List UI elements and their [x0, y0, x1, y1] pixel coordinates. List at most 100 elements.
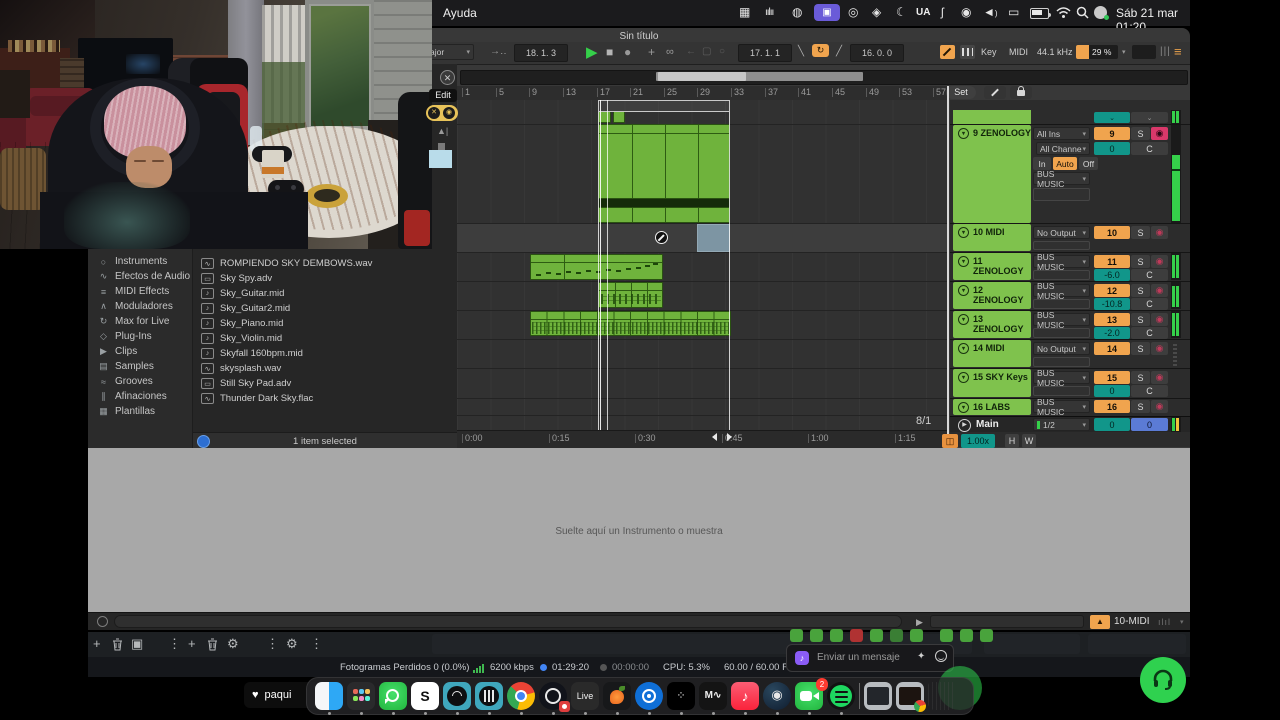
emote-icon[interactable]	[890, 629, 903, 642]
color-swatch[interactable]	[429, 150, 452, 168]
arm-button[interactable]: ◉	[1151, 226, 1168, 239]
chat-bits-icon[interactable]: ✦	[917, 651, 925, 662]
meter-dropdown-arrow[interactable]: ▾	[1180, 618, 1184, 626]
audio-levels-icon[interactable]: ıılıı	[765, 7, 774, 18]
minimized-window[interactable]	[864, 682, 892, 710]
main-track-label[interactable]: Main	[976, 419, 999, 430]
shapr-icon[interactable]: S	[411, 682, 439, 715]
sidebar-item-modulators[interactable]: ∧ Moduladores	[88, 299, 192, 314]
draw-mode-pencil-button[interactable]	[940, 45, 955, 59]
follow-circle-icon[interactable]: ○	[719, 46, 725, 57]
file-item[interactable]: ∿ ROMPIENDO SKY DEMBOWS.wav	[193, 256, 457, 271]
input-channel-dropdown[interactable]: All Channe ▾	[1036, 142, 1090, 155]
support-headset-button[interactable]	[1140, 657, 1186, 703]
scale-dropdown[interactable]: ajor ▾	[426, 44, 474, 60]
swatch-icon[interactable]	[438, 143, 445, 150]
ua-diamond-icon[interactable]: ◈	[872, 5, 881, 19]
follow-arrow-icon[interactable]: →‥	[490, 46, 507, 57]
solo-button[interactable]: S	[1131, 342, 1150, 355]
playback-speed-field[interactable]: 1.00x	[961, 434, 995, 448]
arrangement-overview[interactable]	[460, 70, 1188, 85]
stop-button[interactable]: ■	[606, 45, 613, 59]
sidebar-item-clips[interactable]: ▶ Clips	[88, 344, 192, 359]
add-scene-icon[interactable]: +	[93, 636, 101, 651]
control-center-grid-icon[interactable]: ◍	[792, 5, 802, 19]
track-number[interactable]: 12	[1094, 284, 1130, 297]
emote-icon[interactable]	[940, 629, 953, 642]
scene-more-icon[interactable]: ⋮	[168, 636, 181, 652]
blue-fan-icon[interactable]	[635, 682, 663, 715]
minimized-window-chrome[interactable]	[896, 682, 926, 712]
screen-share-icon[interactable]: ▣	[814, 4, 840, 21]
remove-scene-trash-icon[interactable]	[112, 638, 123, 651]
edit-button[interactable]: Edit	[429, 89, 457, 102]
loop-marker-right[interactable]	[727, 433, 732, 441]
fold-icon[interactable]	[958, 128, 969, 139]
track-number[interactable]: 13	[1094, 313, 1130, 326]
sidebar-item-templates[interactable]: ▦ Plantillas	[88, 404, 192, 419]
sidebar-item-midi-effects[interactable]: ≡ MIDI Effects	[88, 284, 192, 299]
clip[interactable]	[530, 254, 663, 280]
loop-button[interactable]: ↻	[812, 44, 829, 57]
track-header-11[interactable]: 11 ZENOLOGY	[953, 253, 1031, 280]
draw-grid-icon[interactable]: ▢	[702, 46, 711, 57]
cpu-meter[interactable]: 29 %	[1076, 45, 1118, 59]
fl-studio-icon[interactable]	[603, 682, 631, 715]
panel-divider[interactable]	[947, 86, 949, 447]
remove-source-trash-icon[interactable]	[207, 638, 218, 651]
output-routing-dropdown[interactable]: No Output ▾	[1033, 342, 1090, 355]
punch-in-icon[interactable]: ╲	[798, 46, 804, 57]
volume-field[interactable]: -10.8	[1094, 298, 1130, 310]
arm-button[interactable]: ◉	[1151, 255, 1168, 268]
lock-envelopes-button[interactable]	[1010, 85, 1032, 99]
draw-automation-button[interactable]	[984, 86, 1006, 99]
chat-input-box[interactable]: ♪ Enviar un mensaje ✦	[786, 644, 954, 672]
track-header-15[interactable]: 15 SKY Keys	[953, 369, 1031, 397]
main-track-row[interactable]: ▶ Main 1/2 ▾ 0 0	[950, 417, 1190, 432]
trash-icon[interactable]	[928, 682, 956, 710]
wifi-icon[interactable]	[1056, 6, 1071, 19]
output-routing-dropdown[interactable]: No Output ▾	[1033, 226, 1090, 239]
spotify-icon[interactable]	[827, 682, 855, 715]
emote-icon[interactable]	[810, 629, 823, 642]
output-routing-dropdown[interactable]: BUS MUSIC ▾	[1033, 397, 1090, 417]
output-routing-dropdown[interactable]: BUS MUSIC ▾	[1033, 169, 1090, 189]
track-number[interactable]: 14	[1094, 342, 1130, 355]
steam-icon[interactable]: ◉	[763, 682, 791, 715]
loop-length-display[interactable]: 16. 0. 0	[850, 44, 904, 62]
emote-icon[interactable]	[830, 629, 843, 642]
height-zoom-button[interactable]: H	[1005, 434, 1019, 448]
output-channel-empty[interactable]	[1033, 241, 1090, 250]
solo-button[interactable]: S	[1131, 127, 1150, 140]
chat-emote-picker-icon[interactable]	[935, 650, 947, 662]
add-marker-button[interactable]: +	[648, 45, 655, 59]
track-header-10[interactable]: 10 MIDI	[953, 224, 1031, 251]
io-meters-icon[interactable]: |||	[1160, 46, 1171, 57]
main-play-icon[interactable]: ▶	[958, 419, 971, 432]
volume-field[interactable]: -6.0	[1094, 269, 1130, 281]
battery-icon[interactable]	[1030, 8, 1049, 19]
midi-track-indicator[interactable]: 10-MIDI	[1114, 616, 1150, 627]
file-item[interactable]: ♪ Sky_Violin.mid	[193, 331, 457, 346]
facetime-icon[interactable]: 2	[795, 678, 828, 715]
info-icon[interactable]	[97, 616, 108, 627]
source-properties-gear-icon[interactable]: ⚙	[227, 636, 239, 652]
tidal-icon[interactable]: ⁘	[667, 682, 695, 715]
punch-out-icon[interactable]: ╱	[836, 46, 842, 57]
sidebar-item-tunings[interactable]: ∥ Afinaciones	[88, 389, 192, 404]
volume-field[interactable]: 0	[1094, 385, 1130, 397]
pan-field[interactable]: C	[1131, 298, 1168, 310]
obs-icon[interactable]	[539, 682, 570, 715]
arm-button-armed[interactable]: ◉	[1151, 127, 1168, 140]
file-item[interactable]: ∿ skysplash.wav	[193, 361, 457, 376]
mw-audio-icon[interactable]: M∿	[699, 682, 727, 715]
emote-icon[interactable]	[870, 629, 883, 642]
search-icon[interactable]	[1076, 6, 1089, 19]
emote-icon[interactable]	[850, 629, 863, 642]
pan-field[interactable]: C	[1131, 142, 1168, 155]
arrangement-area[interactable]	[457, 100, 949, 430]
file-item[interactable]: ♪ Skyfall 160bpm.mid	[193, 346, 457, 361]
focus-moon-icon[interactable]: ☾	[896, 5, 907, 19]
loop-brace[interactable]	[598, 100, 730, 112]
sidebar-item-grooves[interactable]: ≈ Grooves	[88, 374, 192, 389]
